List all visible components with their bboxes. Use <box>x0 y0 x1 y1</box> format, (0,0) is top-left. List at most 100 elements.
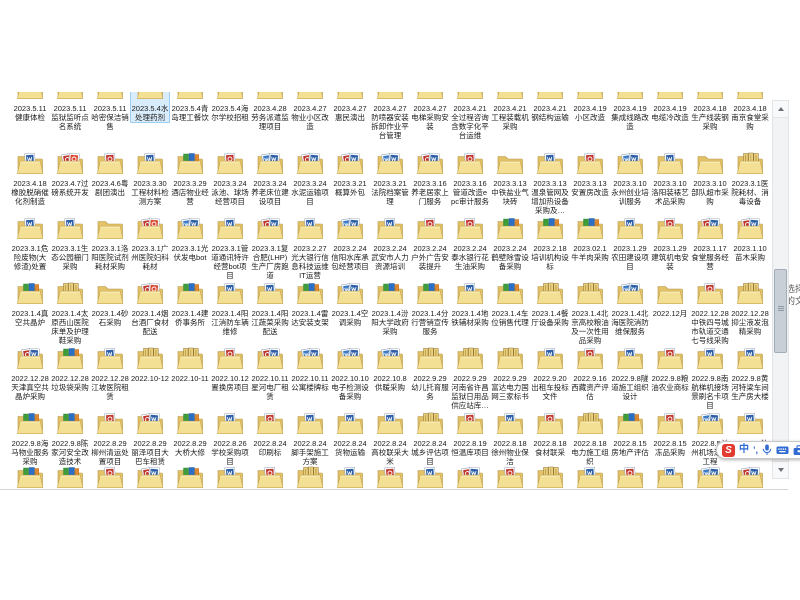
punctuation-icon[interactable]: ’, <box>753 446 758 455</box>
folder-item[interactable]: 2022.8.29大桥大修 <box>171 410 209 457</box>
folder-item[interactable]: 2022.8.18徐州物业保洁 <box>491 410 529 466</box>
folder-item[interactable]: 2022.12.28中铁四号城市轨道交通七号线采购 <box>691 280 729 345</box>
keyboard-icon[interactable] <box>776 445 789 455</box>
folder-item[interactable] <box>11 464 49 489</box>
folder-item[interactable]: 2023.1.4分行营销宣传服务 <box>411 280 449 336</box>
folder-item[interactable]: 2022.8.15冻品采购 <box>651 410 689 457</box>
folder-item[interactable] <box>691 464 729 489</box>
scrollbar-thumb[interactable] <box>774 269 787 353</box>
folder-item[interactable]: 2023.3.24水泥运输项目 <box>291 150 329 206</box>
folder-item[interactable]: 2023.2.24武安市人力资源培训 <box>371 215 409 271</box>
folder-item[interactable]: 2022.8.24印刷标 <box>251 410 289 457</box>
folder-item[interactable] <box>51 464 89 489</box>
folder-item[interactable]: 2023.1.17食堂服务经营 <box>691 215 729 271</box>
folder-item[interactable]: 2023.3.30工程材料检测方案 <box>131 150 169 206</box>
folder-item[interactable]: 2022.9.8海马物业服务采购 <box>11 410 49 466</box>
folder-item[interactable]: 2022.8.18食材联采 <box>531 410 569 457</box>
folder-item[interactable]: 2022.9.8陈家河安全改造技术 <box>51 410 89 466</box>
folder-item[interactable]: 2022.10.10电子检测设备采购 <box>331 345 369 401</box>
folder-item[interactable]: 2023.1.4砂石采购 <box>91 280 129 327</box>
folder-item[interactable]: 2023.3.1复合肥(LHP)生产厂房跑道 <box>251 215 289 280</box>
sogou-ime-toolbar[interactable]: S 中 ’, <box>716 441 800 459</box>
folder-item[interactable]: 2023.1.29建筑机电安装 <box>651 215 689 271</box>
folder-item[interactable]: 2022.8.24高校联采大米 <box>371 410 409 466</box>
folder-item[interactable]: 2022.10.11星河电厂租赁 <box>251 345 289 401</box>
folder-item[interactable]: 2023.1.29农田建设项目 <box>611 215 649 271</box>
folder-item[interactable]: 2023.3.16管道改造epc审计服务 <box>451 150 489 206</box>
folder-item[interactable]: 2023.3.1危险废物(大修渣)处置 <box>11 215 49 271</box>
folder-item[interactable]: 2023.1.4烟台酒厂食材配送 <box>131 280 169 336</box>
folder-item[interactable]: 2023.1.4餐厅设备采购 <box>531 280 569 327</box>
folder-item[interactable]: 2022.12.28天津真空共晶炉采购 <box>11 345 49 401</box>
folder-item[interactable]: 2022.9.8南航梯机接场景刷名卡项目 <box>691 345 729 410</box>
folder-item[interactable]: 2023.2.24鹤壁除雪设备采购 <box>491 215 529 271</box>
folder-item[interactable]: 2023.1.4汾阳大学政府采购 <box>371 280 409 336</box>
folder-item[interactable]: 2022.9.16西藏资产评估 <box>571 345 609 401</box>
folder-item[interactable]: 2022.10-11 <box>171 345 209 383</box>
folder-item[interactable]: 2023.02.1牛羊肉采购 <box>571 215 609 262</box>
folder-item[interactable]: 2023.3.1光伏发电bot <box>171 215 209 262</box>
folder-item[interactable]: 2022.9.29幼儿托育服务 <box>411 345 449 401</box>
folder-item[interactable]: 2023.3.16养老居家上门服务 <box>411 150 449 206</box>
folder-item[interactable]: 2022.8.29丽泽项目大巴车租赁 <box>131 410 169 466</box>
folder-item[interactable]: 2023.1.4太原西山医院床单及护理鞋采购 <box>51 280 89 345</box>
folder-item[interactable]: 2023.3.1医院耗材、消毒设备 <box>731 150 769 206</box>
folder-item[interactable] <box>611 464 649 489</box>
folder-item[interactable]: 2023.1.4雷达安装支架 <box>291 280 329 327</box>
folder-item[interactable] <box>171 464 209 489</box>
folder-item[interactable]: 2022.12.28江坡医院租赁 <box>91 345 129 401</box>
folder-item[interactable]: 2023.4.7过磅系统开发 <box>51 150 89 197</box>
folder-item[interactable]: 2023.1.4空调采购 <box>331 280 369 327</box>
folder-item[interactable]: 2023.3.24泳池、球场经营项目 <box>211 150 249 206</box>
folder-item[interactable]: 2023.2.18培训机构设标 <box>531 215 569 271</box>
folder-item[interactable]: 2022.8.29柳州清运处置项目 <box>91 410 129 466</box>
folder-item[interactable]: 2022.9.8黄河特梁车间生产房大楼 <box>731 345 769 401</box>
folder-item[interactable]: 2023.2.24信阳水库承包经营项目 <box>331 215 369 271</box>
folder-item[interactable]: 2022.9.8隧道施工组织设计 <box>611 345 649 401</box>
folder-item[interactable] <box>451 464 489 489</box>
folder-item[interactable]: 2023.3.1生态公园栅门采购 <box>51 215 89 271</box>
folder-item[interactable]: 2023.4.18橡胶脱硝催化剂制造 <box>11 150 49 206</box>
folder-item[interactable]: 2023.3.24养老床位建设项目 <box>251 150 289 206</box>
scrollbar-up-button[interactable] <box>773 101 788 118</box>
folder-item[interactable]: 2023.3.1广州医院妇科耗材 <box>131 215 169 271</box>
folder-item[interactable]: 2023.3.13中铁盐业气块砖 <box>491 150 529 206</box>
folder-item[interactable]: 2022.8.15房地产评估 <box>611 410 649 457</box>
scrollbar-down-button[interactable] <box>773 461 788 478</box>
folder-item[interactable]: 2023.2.24户外广告安装提升 <box>411 215 449 271</box>
folder-item[interactable] <box>91 464 129 489</box>
folder-item[interactable]: 2022.12.28抑尘液发泡精采购 <box>731 280 769 336</box>
folder-item[interactable]: 2023.1.4阳江蔬菜采购配送 <box>251 280 289 336</box>
folder-item[interactable]: 2023.3.1洛阳医院试剂耗材采购 <box>91 215 129 271</box>
folder-item[interactable] <box>491 464 529 489</box>
folder-item[interactable]: 2023.1.4真空共晶炉 <box>11 280 49 327</box>
folder-item[interactable] <box>731 464 769 489</box>
folder-item[interactable] <box>251 464 289 489</box>
folder-item[interactable]: 2023.1.4北京高校粮油及一次性用品采购 <box>571 280 609 345</box>
folder-item[interactable] <box>371 464 409 489</box>
folder-item[interactable]: 2023.1.4建侨事务所 <box>171 280 209 327</box>
folder-item[interactable]: 2022.8.24脚手架施工方案 <box>291 410 329 466</box>
folder-item[interactable]: 2022.10.8供暖采购 <box>371 345 409 392</box>
folder-item[interactable] <box>211 464 249 489</box>
folder-item[interactable]: 2022.9.8粮油农业商标 <box>651 345 689 392</box>
folder-item[interactable]: 2023.3.13温泉管网及增加热设备采购及… <box>531 150 569 215</box>
vertical-scrollbar[interactable] <box>772 100 789 479</box>
folder-item[interactable] <box>291 464 329 489</box>
folder-item[interactable]: 2022.9.29富达电力国网三家标书 <box>491 345 529 401</box>
folder-item[interactable]: 2023.1.4车位销售代理 <box>491 280 529 327</box>
folder-item[interactable]: 2022.9.29河南省许昌监狱日用品供应站库… <box>451 345 489 410</box>
folder-item[interactable] <box>651 464 689 489</box>
folder-item[interactable]: 2022.12月 <box>651 280 689 318</box>
folder-item[interactable]: 2022.10.12置换房项目 <box>211 345 249 392</box>
folder-item[interactable]: 2023.3.10永州创业培训服务 <box>611 150 649 206</box>
folder-item[interactable]: 2023.2.24泰水银行花生油采购 <box>451 215 489 271</box>
folder-item[interactable] <box>571 464 609 489</box>
folder-item[interactable]: 2023.3.13安置房改造 <box>571 150 609 197</box>
folder-item[interactable]: 2023.3.1管道通讯特许经营bot项目 <box>211 215 249 280</box>
folder-item[interactable] <box>131 464 169 489</box>
folder-item[interactable]: 2023.1.4阳江消防车辆维修 <box>211 280 249 336</box>
folder-item[interactable]: 2023.3.10洛阳装裱艺术品采购 <box>651 150 689 206</box>
chinese-mode-icon[interactable]: 中 <box>739 445 749 455</box>
folder-item[interactable]: 2023.1.4地铁辅材采购 <box>451 280 489 327</box>
